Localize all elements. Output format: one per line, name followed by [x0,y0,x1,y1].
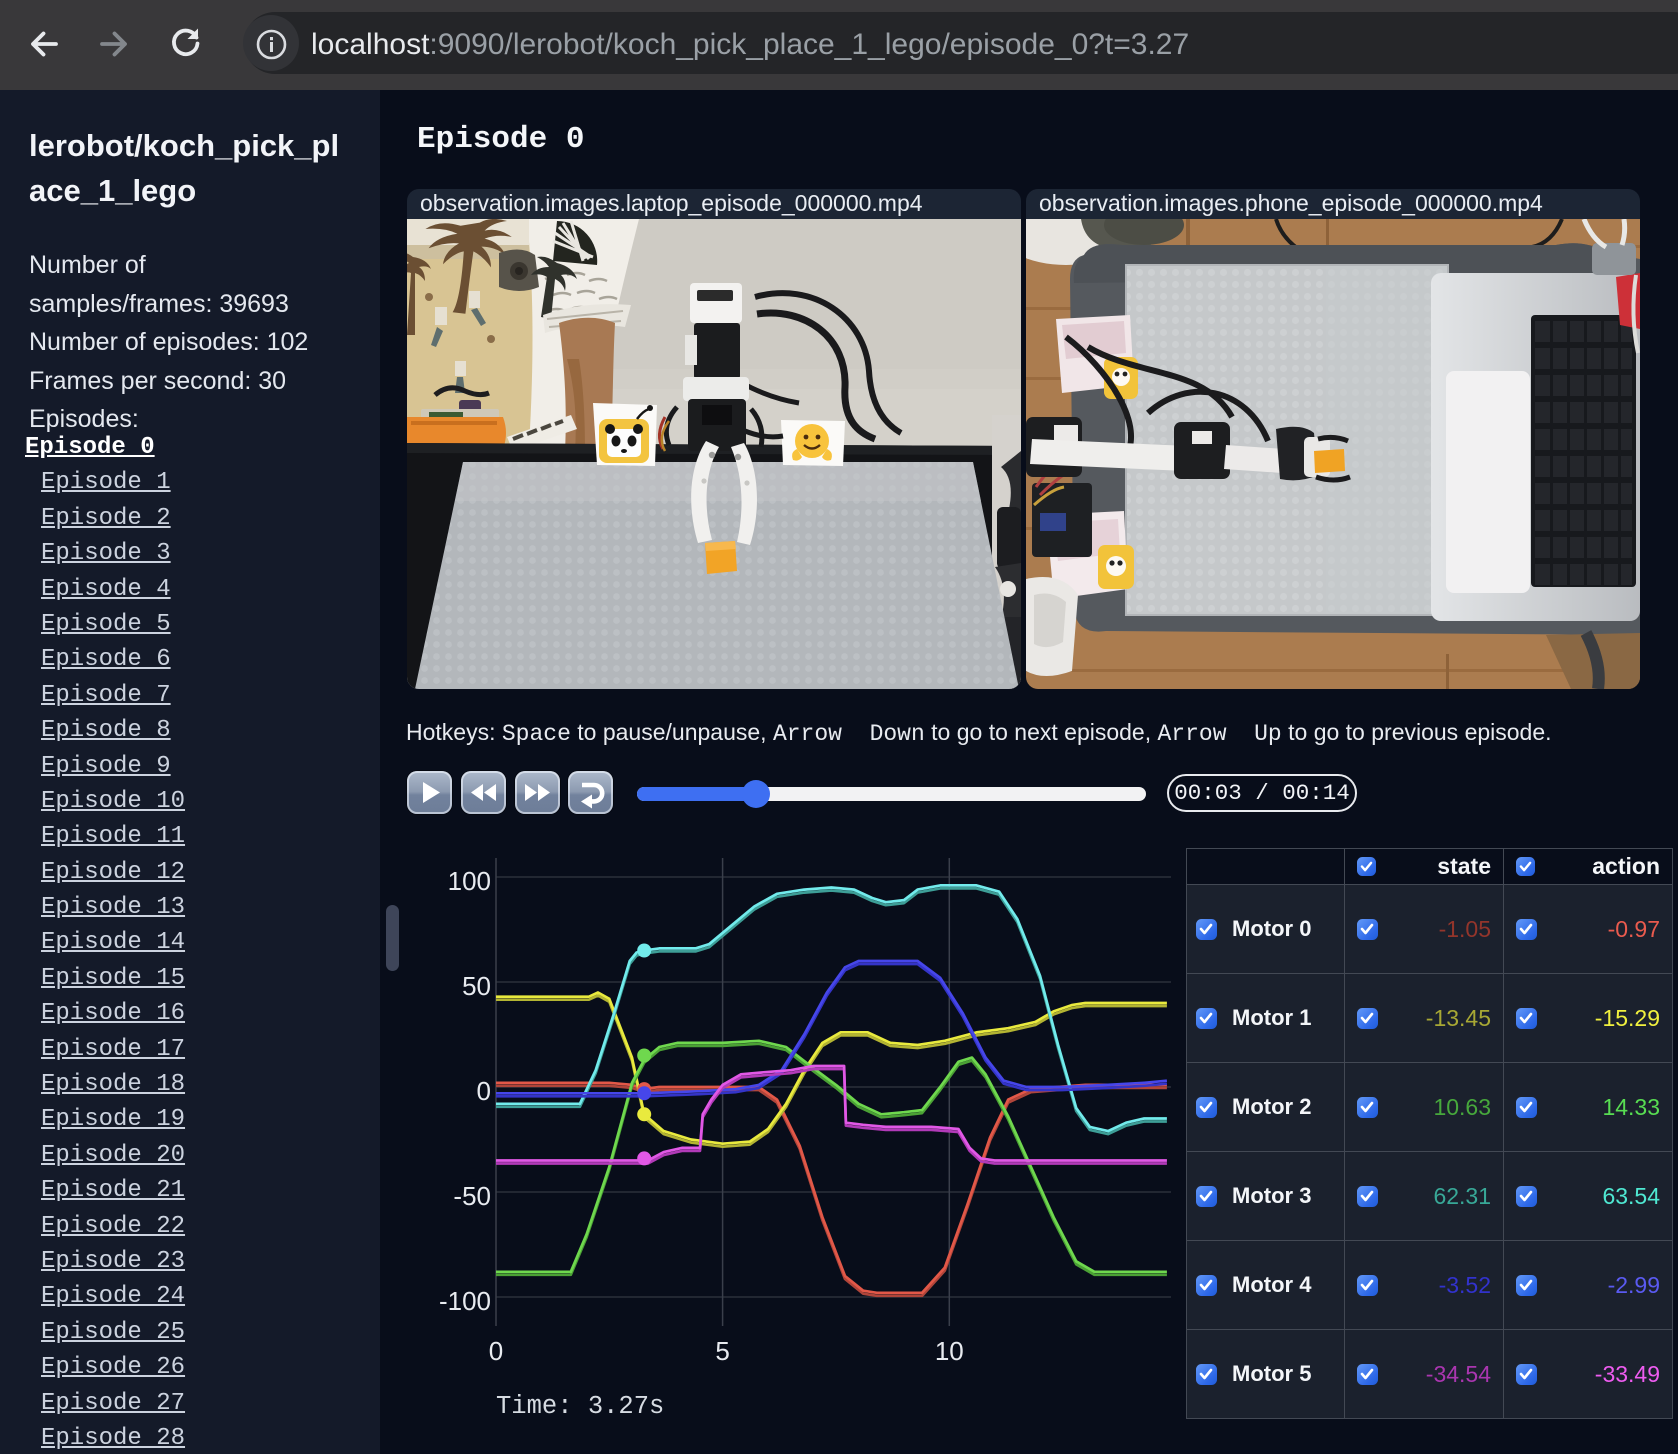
svg-text:0: 0 [477,1076,491,1106]
svg-text:Time: 3.27s: Time: 3.27s [496,1392,664,1421]
svg-text:50: 50 [462,971,491,1001]
svg-text:-50: -50 [453,1181,491,1211]
svg-text:5: 5 [715,1336,729,1366]
svg-text:-100: -100 [439,1286,491,1316]
svg-text:10: 10 [935,1336,964,1366]
svg-text:0: 0 [489,1336,503,1366]
svg-text:100: 100 [448,866,491,896]
